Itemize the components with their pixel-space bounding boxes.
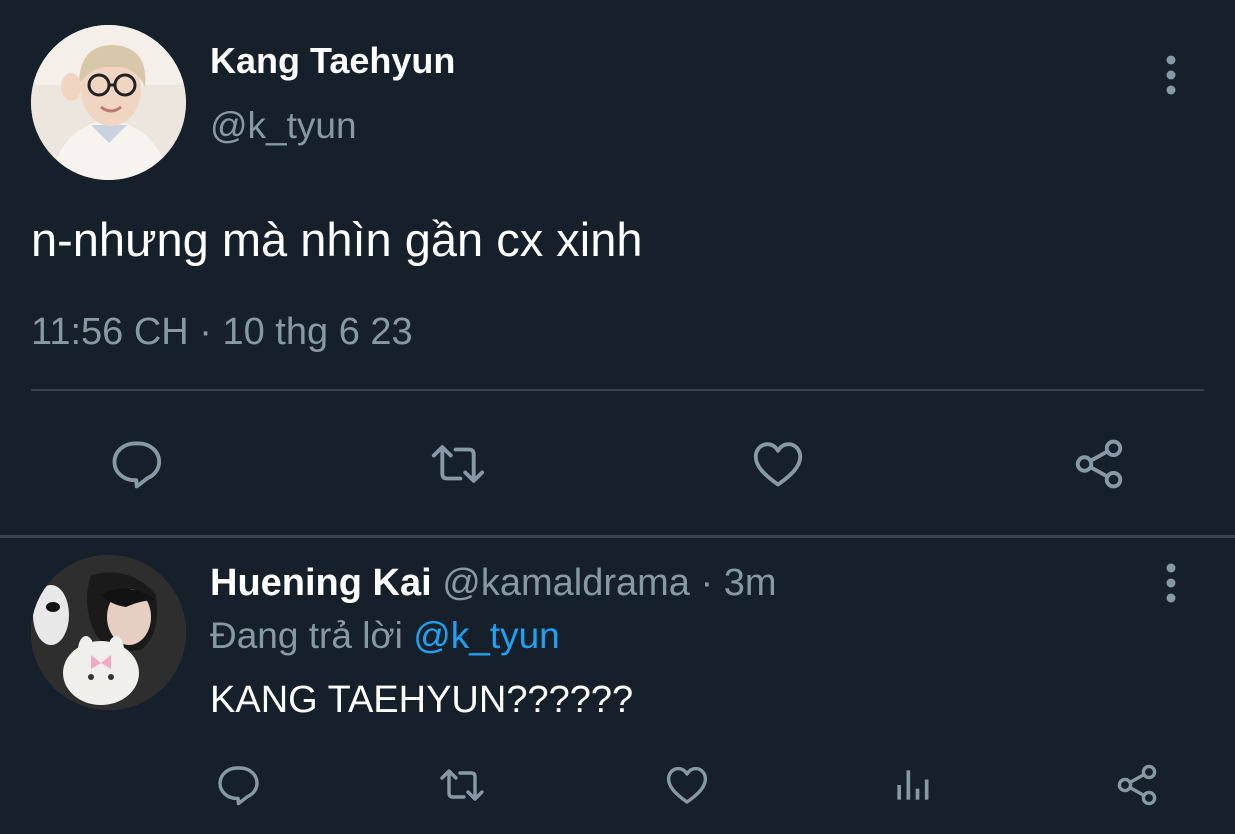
author-avatar[interactable] (31, 25, 186, 180)
replying-to-label: Đang trả lời (210, 615, 414, 656)
retweet-button[interactable] (420, 432, 495, 496)
reply-author-name[interactable]: Huening Kai (210, 562, 432, 604)
reply-time: 3m (723, 562, 777, 604)
divider (31, 389, 1204, 391)
like-button[interactable] (745, 432, 811, 496)
tweet-detail-screen: Kang Taehyun @k_tyun n-nhưng mà nhìn gần… (0, 0, 1235, 834)
user-photo-avatar-icon (31, 555, 186, 710)
reply-reply-button[interactable] (210, 760, 264, 810)
reply-text: KANG TAEHYUN?????? (210, 679, 634, 721)
reply-header: Huening Kai @kamaldrama · 3m (210, 562, 776, 605)
like-icon (666, 766, 708, 804)
replying-to-line: Đang trả lời @k_tyun (210, 615, 560, 657)
reply-icon (218, 766, 259, 806)
user-photo-avatar-icon (31, 25, 186, 180)
reply-like-button[interactable] (660, 760, 714, 810)
tweet-text: n-nhưng mà nhìn gần cx xinh (31, 213, 643, 266)
share-button[interactable] (1066, 432, 1132, 496)
meta-separator: · (689, 562, 724, 604)
reply-retweet-button[interactable] (433, 760, 491, 810)
retweet-icon (440, 769, 484, 801)
more-options-icon[interactable] (1164, 55, 1178, 95)
more-options-icon[interactable] (1164, 563, 1178, 603)
retweet-icon (431, 445, 484, 483)
like-icon (753, 442, 803, 487)
tweet-timestamp[interactable]: 11:56 CH · 10 thg 6 23 (31, 311, 413, 354)
reply-share-button[interactable] (1110, 760, 1164, 810)
author-name[interactable]: Kang Taehyun (210, 40, 455, 82)
author-handle[interactable]: @k_tyun (210, 105, 357, 147)
reply-author-handle[interactable]: @kamaldrama (442, 562, 690, 604)
reply-icon (112, 441, 162, 489)
main-tweet: Kang Taehyun @k_tyun n-nhưng mà nhìn gần… (0, 0, 1235, 536)
share-icon (1075, 439, 1123, 489)
replying-to-mention[interactable]: @k_tyun (413, 615, 560, 656)
analytics-icon (897, 770, 929, 800)
section-divider (0, 535, 1235, 538)
reply-button[interactable] (100, 432, 170, 496)
share-icon (1117, 764, 1157, 806)
reply-author-avatar[interactable] (31, 555, 186, 710)
reply-analytics-button[interactable] (887, 760, 937, 810)
